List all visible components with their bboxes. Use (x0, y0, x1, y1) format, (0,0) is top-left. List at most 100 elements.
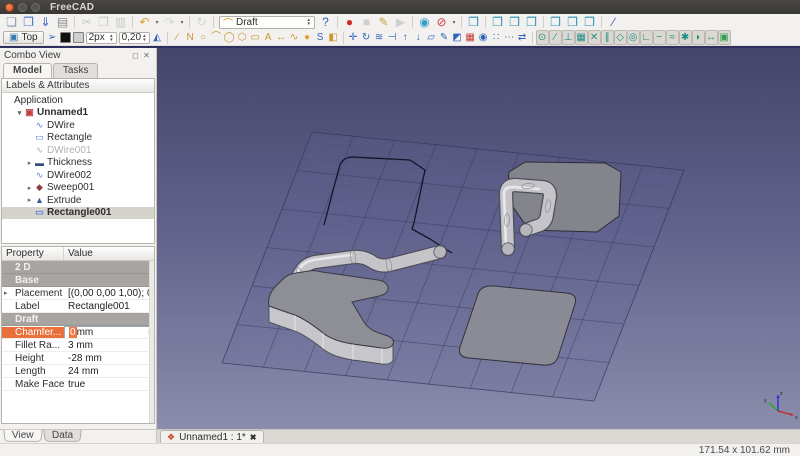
tree-item-application[interactable]: Application (2, 94, 154, 107)
property-column-header[interactable]: Property (2, 247, 64, 260)
tree-item-dwire001[interactable]: ∿DWire001 (2, 144, 154, 157)
draft-facebinder-icon[interactable]: ◧ (327, 30, 340, 45)
open-document-icon[interactable]: ❒ (20, 15, 37, 30)
snap-special-icon[interactable]: ✱ (679, 30, 692, 45)
snap-dimensions-icon[interactable]: ↔ (705, 30, 718, 45)
value-column-header[interactable]: Value (64, 247, 154, 260)
view-fit-all-icon[interactable]: ◉ (416, 15, 433, 30)
property-scrollbar[interactable] (149, 261, 154, 423)
whats-this-icon[interactable]: ? (317, 15, 334, 30)
draw-style-icon[interactable]: ⊘ (433, 15, 450, 30)
cut-icon[interactable]: ✂ (78, 15, 95, 30)
draft-move-icon[interactable]: ✛ (347, 30, 360, 45)
property-row-make-face[interactable]: Make Facetrue (2, 378, 154, 391)
draft-polygon-icon[interactable]: ⬡ (236, 30, 249, 45)
property-value[interactable]: 0 mm▲▼ (64, 326, 154, 339)
view-front-icon[interactable]: ❒ (489, 15, 506, 30)
snap-perpendicular-icon[interactable]: ⊥ (562, 30, 575, 45)
text-scale-spinbox[interactable]: 0,20▲▼ (119, 32, 150, 44)
draft-subelement-icon[interactable]: ◩ (451, 30, 464, 45)
tree-item-thickness[interactable]: ▸▬Thickness (2, 157, 154, 170)
tab-data[interactable]: Data (43, 430, 81, 442)
undo-icon[interactable]: ↶ (136, 15, 153, 30)
draft-arc-icon[interactable]: ⌒ (210, 30, 223, 45)
tab-model[interactable]: Model (3, 63, 52, 78)
snap-working-plane-icon[interactable]: ▣ (718, 30, 731, 45)
panel-close-icon[interactable]: ✕ (141, 51, 152, 60)
draw-style-dropdown[interactable]: ▾ (450, 19, 458, 26)
measure-distance-icon[interactable]: ∕ (605, 15, 622, 30)
draft-clone-icon[interactable]: ◉ (477, 30, 490, 45)
working-plane-button[interactable]: ▣Top (3, 31, 44, 44)
view-left-icon[interactable]: ❒ (581, 15, 598, 30)
paste-icon[interactable]: ▥ (112, 15, 129, 30)
draft-dimension-icon[interactable]: ↔ (275, 30, 288, 45)
spinner-arrows-icon[interactable]: ▲▼ (142, 34, 146, 42)
property-row-chamfer-[interactable]: Chamfer...0 mm▲▼ (2, 326, 154, 339)
autogroup-icon[interactable]: ➢ (46, 30, 59, 45)
draft-shapestring-icon[interactable]: S (314, 30, 327, 45)
tree-item-unnamed1[interactable]: ▾▣Unnamed1 (2, 107, 154, 120)
tab-close-icon[interactable]: ✖ (250, 433, 257, 442)
line-color-swatch[interactable] (60, 32, 71, 43)
snap-center-icon[interactable]: ◎ (627, 30, 640, 45)
document-tab[interactable]: ❖ Unnamed1 : 1* ✖ (160, 430, 264, 443)
draft-ellipse-icon[interactable]: ◯ (223, 30, 236, 45)
print-icon[interactable]: ▤ (54, 15, 71, 30)
workbench-selector[interactable]: ⌒Draft▲▼ (219, 16, 315, 29)
macro-edit-icon[interactable]: ✎ (375, 15, 392, 30)
draft-offset-icon[interactable]: ≋ (373, 30, 386, 45)
snap-lock-icon[interactable]: ⊙ (536, 30, 549, 45)
snap-endpoint-icon[interactable]: ∕ (549, 30, 562, 45)
spinner-arrows-icon[interactable]: ▲▼ (109, 34, 113, 42)
draft-bspline-icon[interactable]: ∿ (288, 30, 301, 45)
draft-rectangle-icon[interactable]: ▭ (249, 30, 262, 45)
construction-mode-icon[interactable]: ◭ (151, 30, 164, 45)
tree-column-header[interactable]: Labels & Attributes (2, 79, 154, 93)
draft-circle-icon[interactable]: ○ (197, 30, 210, 45)
tree-item-sweep001[interactable]: ▸◆Sweep001 (2, 182, 154, 195)
tree-item-rectangle[interactable]: ▭Rectangle (2, 132, 154, 145)
view-top-icon[interactable]: ❒ (506, 15, 523, 30)
snap-ortho-icon[interactable]: ∟ (640, 30, 653, 45)
3d-viewport[interactable]: x y z (157, 48, 800, 429)
undo-dropdown[interactable]: ▾ (153, 19, 161, 26)
view-bottom-icon[interactable]: ❒ (564, 15, 581, 30)
property-expander-icon[interactable]: ▸ (4, 289, 8, 297)
draft-point-icon[interactable]: ● (301, 30, 314, 45)
draft-path-array-icon[interactable]: ⋯ (503, 30, 516, 45)
snap-parallel-icon[interactable]: ∥ (601, 30, 614, 45)
tree-item-rectangle001[interactable]: ▭Rectangle001 (2, 207, 154, 220)
tree-expander-icon[interactable]: ▸ (25, 196, 34, 204)
refresh-icon[interactable]: ↻ (193, 15, 210, 30)
redo-icon[interactable]: ↷ (161, 15, 178, 30)
property-row-height[interactable]: Height-28 mm (2, 352, 154, 365)
draft-upgrade-icon[interactable]: ↑ (399, 30, 412, 45)
property-row-placement[interactable]: ▸Placement[(0,00 0,00 1,00); 0 °; (13 mm… (2, 287, 154, 300)
new-document-icon[interactable]: ❏ (3, 15, 20, 30)
draft-array-icon[interactable]: ∷ (490, 30, 503, 45)
face-color-swatch[interactable] (73, 32, 84, 43)
snap-extension-icon[interactable]: − (653, 30, 666, 45)
property-row-length[interactable]: Length24 mm (2, 365, 154, 378)
draft-shape2dview-icon[interactable]: ▦ (464, 30, 477, 45)
view-rear-icon[interactable]: ❒ (547, 15, 564, 30)
line-width-spinbox[interactable]: 2px▲▼ (86, 32, 117, 44)
tree-item-dwire002[interactable]: ∿DWire002 (2, 169, 154, 182)
tree-item-extrude[interactable]: ▸▲Extrude (2, 194, 154, 207)
panel-float-icon[interactable]: ◻ (130, 51, 141, 60)
redo-dropdown[interactable]: ▾ (178, 19, 186, 26)
tree-item-dwire[interactable]: ∿DWire (2, 119, 154, 132)
draft-downgrade-icon[interactable]: ↓ (412, 30, 425, 45)
window-close-button[interactable] (5, 3, 14, 12)
copy-icon[interactable]: ❐ (95, 15, 112, 30)
draft-to-sketch-icon[interactable]: ⇄ (516, 30, 529, 45)
draft-line-icon[interactable]: ∕ (171, 30, 184, 45)
draft-rotate-icon[interactable]: ↻ (360, 30, 373, 45)
tree-expander-icon[interactable]: ▸ (25, 159, 34, 167)
snap-angle-icon[interactable]: ◇ (614, 30, 627, 45)
property-row-label[interactable]: LabelRectangle001 (2, 300, 154, 313)
snap-grid-icon[interactable]: ▦ (575, 30, 588, 45)
draft-scale-icon[interactable]: ▱ (425, 30, 438, 45)
save-document-icon[interactable]: ⇓ (37, 15, 54, 30)
